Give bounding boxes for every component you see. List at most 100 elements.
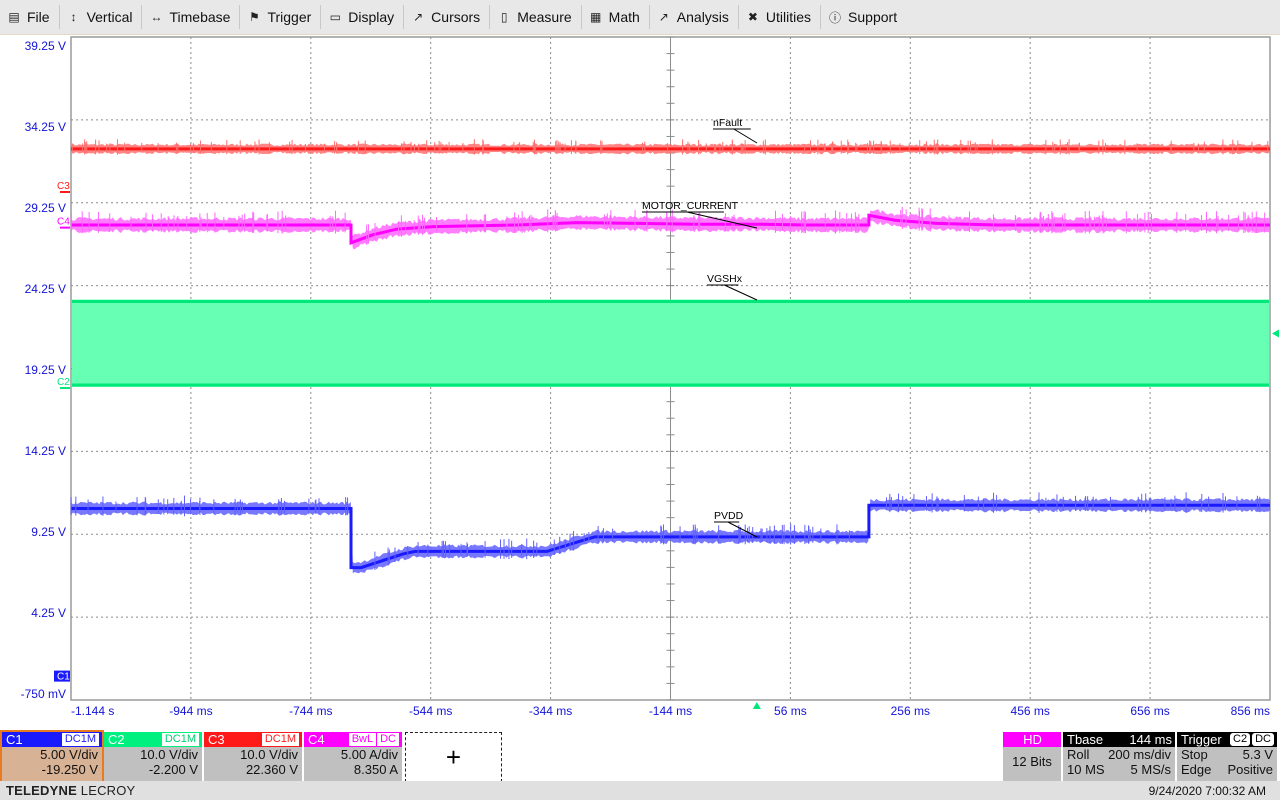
- channel-marker-label: C1: [57, 672, 70, 683]
- trace-vgshx-band: [72, 299, 1269, 388]
- x-tick-label: -544 ms: [409, 704, 452, 718]
- menu-vertical[interactable]: ↕ Vertical: [60, 5, 143, 29]
- calculator-icon: ▦: [589, 10, 602, 24]
- menu-label: Math: [608, 9, 640, 25]
- timebase-delay: 144 ms: [1129, 732, 1172, 747]
- add-trace-button[interactable]: +: [405, 732, 502, 782]
- trigger-descriptor[interactable]: Trigger C2 DC Stop 5.3 V Edge Positive: [1177, 732, 1277, 782]
- timebase-per-div: 200 ms/div: [1108, 747, 1171, 762]
- x-tick-label: 656 ms: [1130, 704, 1169, 718]
- y-tick-label: 14.25 V: [25, 444, 66, 458]
- y-tick-label: 9.25 V: [31, 525, 66, 539]
- menu-cursors[interactable]: ↗ Cursors: [404, 5, 491, 29]
- trigger-state: Stop: [1181, 747, 1208, 762]
- channel-descriptor-c3[interactable]: C3 DC1M 10.0 V/div 22.360 V: [204, 732, 302, 782]
- menu-label: Timebase: [169, 9, 231, 25]
- status-bar: TELEDYNE LECROY 9/24/2020 7:00:32 AM: [0, 781, 1280, 800]
- timebase-descriptor[interactable]: Tbase 144 ms Roll 200 ms/div 10 MS 5 MS/s: [1063, 732, 1175, 782]
- menu-utilities[interactable]: ✖ Utilities: [739, 5, 822, 29]
- menu-label: Support: [848, 9, 898, 25]
- x-tick-label: 456 ms: [1011, 704, 1050, 718]
- menu-analysis[interactable]: ↗ Analysis: [650, 5, 739, 29]
- menu-file[interactable]: ▤ File: [0, 5, 60, 29]
- channel-descriptor-c2[interactable]: C2 DC1M 10.0 V/div -2.200 V: [104, 732, 202, 782]
- cursor-arrow-icon: ↗: [413, 10, 424, 24]
- channel-name: C3: [208, 732, 225, 747]
- y-tick-label: 39.25 V: [25, 39, 66, 53]
- trace-label-motor_current: MOTOR_CURRENT: [642, 200, 739, 212]
- y-tick-label: 4.25 V: [31, 606, 66, 620]
- trigger-slope: Positive: [1227, 762, 1273, 777]
- channel-offset: 22.360 V: [245, 762, 298, 777]
- clipboard-icon: ▤: [8, 10, 20, 24]
- menu-trigger[interactable]: ⚑ Trigger: [240, 5, 322, 29]
- coupling-badge: DC: [377, 733, 399, 746]
- trigger-time-marker[interactable]: [752, 702, 761, 709]
- menu-measure[interactable]: ▯ Measure: [490, 5, 582, 29]
- menu-timebase[interactable]: ↔ Timebase: [142, 5, 241, 29]
- channel-descriptor-c1[interactable]: C1 DC1M 5.00 V/div -19.250 V: [0, 730, 104, 784]
- channel-marker-c4[interactable]: C4: [57, 217, 70, 228]
- coupling-badge: DC1M: [161, 733, 199, 746]
- x-tick-label: 256 ms: [891, 704, 930, 718]
- channel-marker-c2[interactable]: C2: [57, 377, 70, 388]
- trigger-level-marker[interactable]: [1272, 329, 1279, 338]
- datetime: 9/24/2020 7:00:32 AM: [1148, 783, 1266, 798]
- x-tick-label: 856 ms: [1231, 704, 1270, 718]
- menu-bar: ▤ File ↕ Vertical ↔ Timebase ⚑ Trigger ▭ Display ↗…: [0, 0, 1280, 35]
- coupling-badge: DC1M: [261, 733, 299, 746]
- channel-scale: 5.00 V/div: [40, 747, 98, 762]
- hd-descriptor[interactable]: HD 12 Bits: [1003, 732, 1061, 782]
- tools-icon: ✖: [747, 10, 758, 24]
- y-tick-label: -750 mV: [21, 687, 66, 701]
- channel-scale: 10.0 V/div: [240, 747, 298, 762]
- channel-scale: 5.00 A/div: [340, 747, 398, 762]
- trigger-coupling-badge: DC: [1252, 733, 1274, 746]
- menu-display[interactable]: ▭ Display: [321, 5, 405, 29]
- trigger-source-badge: C2: [1230, 733, 1251, 746]
- trace-label-nfault: nFault: [713, 117, 742, 129]
- channel-marker-c3[interactable]: C3: [57, 181, 70, 192]
- coupling-badge: BwL: [348, 733, 377, 746]
- timebase-mode: Roll: [1067, 747, 1090, 762]
- display-icon: ▭: [329, 10, 341, 24]
- horizontal-arrows-icon: ↔: [150, 10, 163, 24]
- timebase-title: Tbase: [1067, 732, 1104, 747]
- channel-offset: 8.350 A: [353, 762, 398, 777]
- menu-label: Measure: [517, 9, 572, 25]
- timebase-samples: 10 MS: [1067, 762, 1105, 777]
- y-tick-label: 19.25 V: [25, 363, 66, 377]
- trace-label-vgshx: VGSHx: [707, 273, 743, 285]
- channel-offset: -2.200 V: [148, 762, 198, 777]
- scope-display[interactable]: 39.25 V 34.25 V 29.25 V 24.25 V 19.25 V 14.25…: [0, 35, 1280, 728]
- trigger-level: 5.3 V: [1242, 747, 1273, 762]
- channel-scale: 10.0 V/div: [140, 747, 198, 762]
- chart-line-icon: ↗: [658, 10, 669, 24]
- x-tick-label: -144 ms: [649, 704, 692, 718]
- x-tick-label: -344 ms: [529, 704, 572, 718]
- info-icon: ⓘ: [829, 10, 842, 25]
- channel-name: C2: [108, 732, 125, 747]
- x-tick-label: -1.144 s: [71, 704, 114, 718]
- menu-label: File: [27, 9, 50, 25]
- hd-title: HD: [1023, 732, 1042, 747]
- menu-label: Vertical: [86, 9, 133, 25]
- x-tick-label: -744 ms: [289, 704, 332, 718]
- menu-label: Utilities: [765, 9, 812, 25]
- y-tick-label: 29.25 V: [25, 201, 66, 215]
- channel-descriptors: C1 DC1M 5.00 V/div -19.250 V C2 DC1M 10.0 …: [0, 730, 1280, 784]
- menu-label: Cursors: [431, 9, 481, 25]
- trigger-type: Edge: [1181, 762, 1212, 777]
- waveform-grid[interactable]: 39.25 V 34.25 V 29.25 V 24.25 V 19.25 V 14.25…: [0, 35, 1280, 728]
- channel-descriptor-c4[interactable]: C4 BwL DC 5.00 A/div 8.350 A: [304, 732, 402, 782]
- ruler-icon: ▯: [500, 10, 508, 24]
- menu-math[interactable]: ▦ Math: [582, 5, 650, 29]
- channel-offset: -19.250 V: [41, 762, 98, 777]
- trigger-flag-icon: ⚑: [249, 10, 260, 24]
- vertical-arrows-icon: ↕: [70, 10, 77, 24]
- coupling-badge: DC1M: [61, 733, 99, 746]
- channel-name: C4: [308, 732, 325, 747]
- menu-label: Analysis: [676, 9, 729, 25]
- hd-bits: 12 Bits: [1012, 754, 1052, 769]
- menu-support[interactable]: ⓘ Support: [821, 5, 906, 29]
